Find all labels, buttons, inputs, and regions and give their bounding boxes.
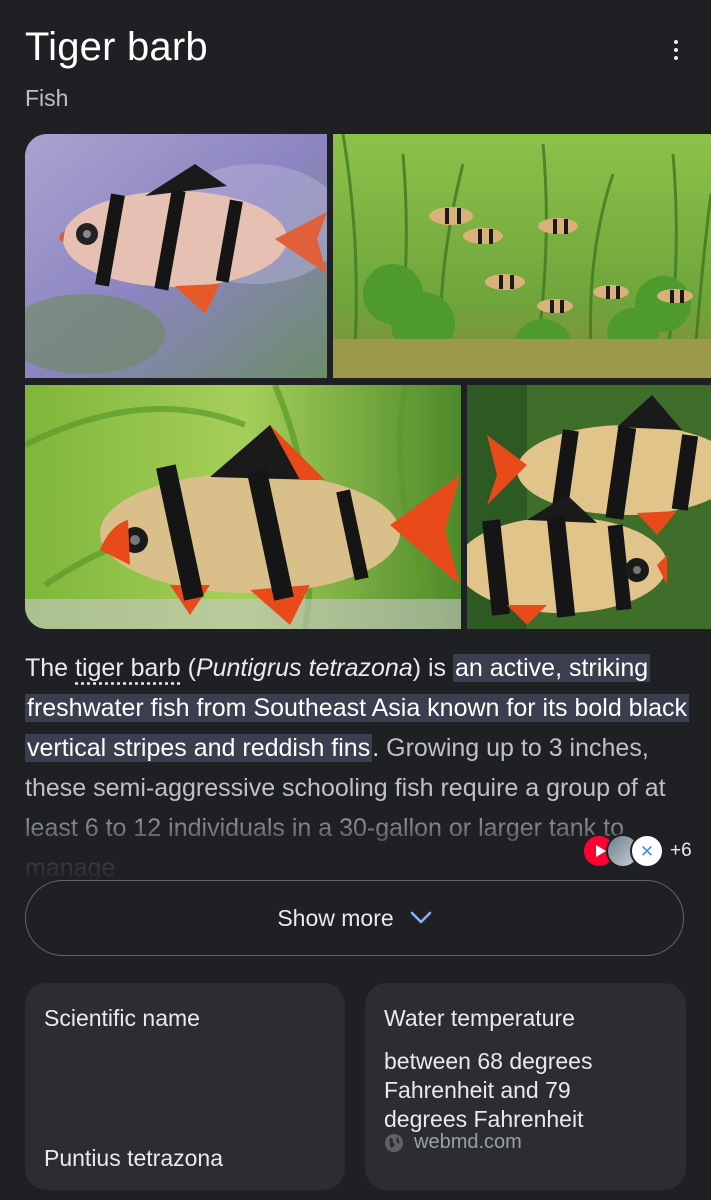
image-tile-2[interactable] [333, 134, 711, 378]
fish-photo-icon [467, 385, 711, 629]
desc-text: The [25, 654, 76, 682]
show-more-label: Show more [277, 904, 394, 931]
source-count: +6 [670, 840, 692, 861]
fact-label: Scientific name [44, 1005, 200, 1031]
aquarium-photo-icon [333, 134, 711, 378]
globe-icon [385, 1133, 403, 1152]
more-vert-icon [674, 40, 678, 44]
image-tile-4[interactable] [467, 385, 711, 629]
fish-photo-icon [25, 385, 461, 629]
fish-photo-icon [25, 134, 327, 378]
image-tile-3[interactable] [25, 385, 461, 629]
fact-value: between 68 degrees Fahrenheit and 79 deg… [384, 1048, 593, 1132]
desc-text: ) is [412, 654, 454, 682]
fact-label: Water temperature [384, 1005, 575, 1031]
more-options-button[interactable] [656, 30, 696, 70]
entity-title: Tiger barb [25, 25, 208, 69]
fact-card-scientific-name[interactable]: Scientific name Puntius tetrazona [25, 983, 345, 1190]
site-favicon-icon: ✕ [630, 834, 664, 868]
fact-source-text: webmd.com [414, 1131, 522, 1153]
more-vert-icon-dot [674, 56, 678, 60]
chevron-down-icon [410, 911, 431, 924]
entity-subtitle: Fish [25, 85, 69, 111]
scientific-name-italic: Puntigrus tetrazona [195, 654, 413, 682]
image-tile-1[interactable] [25, 134, 327, 378]
knowledge-panel: Tiger barb Fish The tiger barb (Puntigru… [0, 0, 711, 1200]
show-more-button[interactable]: Show more [25, 880, 684, 956]
tiger-barb-link[interactable]: tiger barb [75, 654, 181, 682]
desc-text: ( [180, 654, 196, 682]
more-vert-icon-dot [674, 48, 678, 52]
fact-value: Puntius tetrazona [44, 1145, 224, 1171]
fact-source-link[interactable]: webmd.com [384, 1131, 522, 1154]
source-favicons[interactable]: ✕ +6 [582, 834, 692, 868]
fact-card-water-temperature[interactable]: Water temperature between 68 degrees Fah… [365, 983, 686, 1190]
